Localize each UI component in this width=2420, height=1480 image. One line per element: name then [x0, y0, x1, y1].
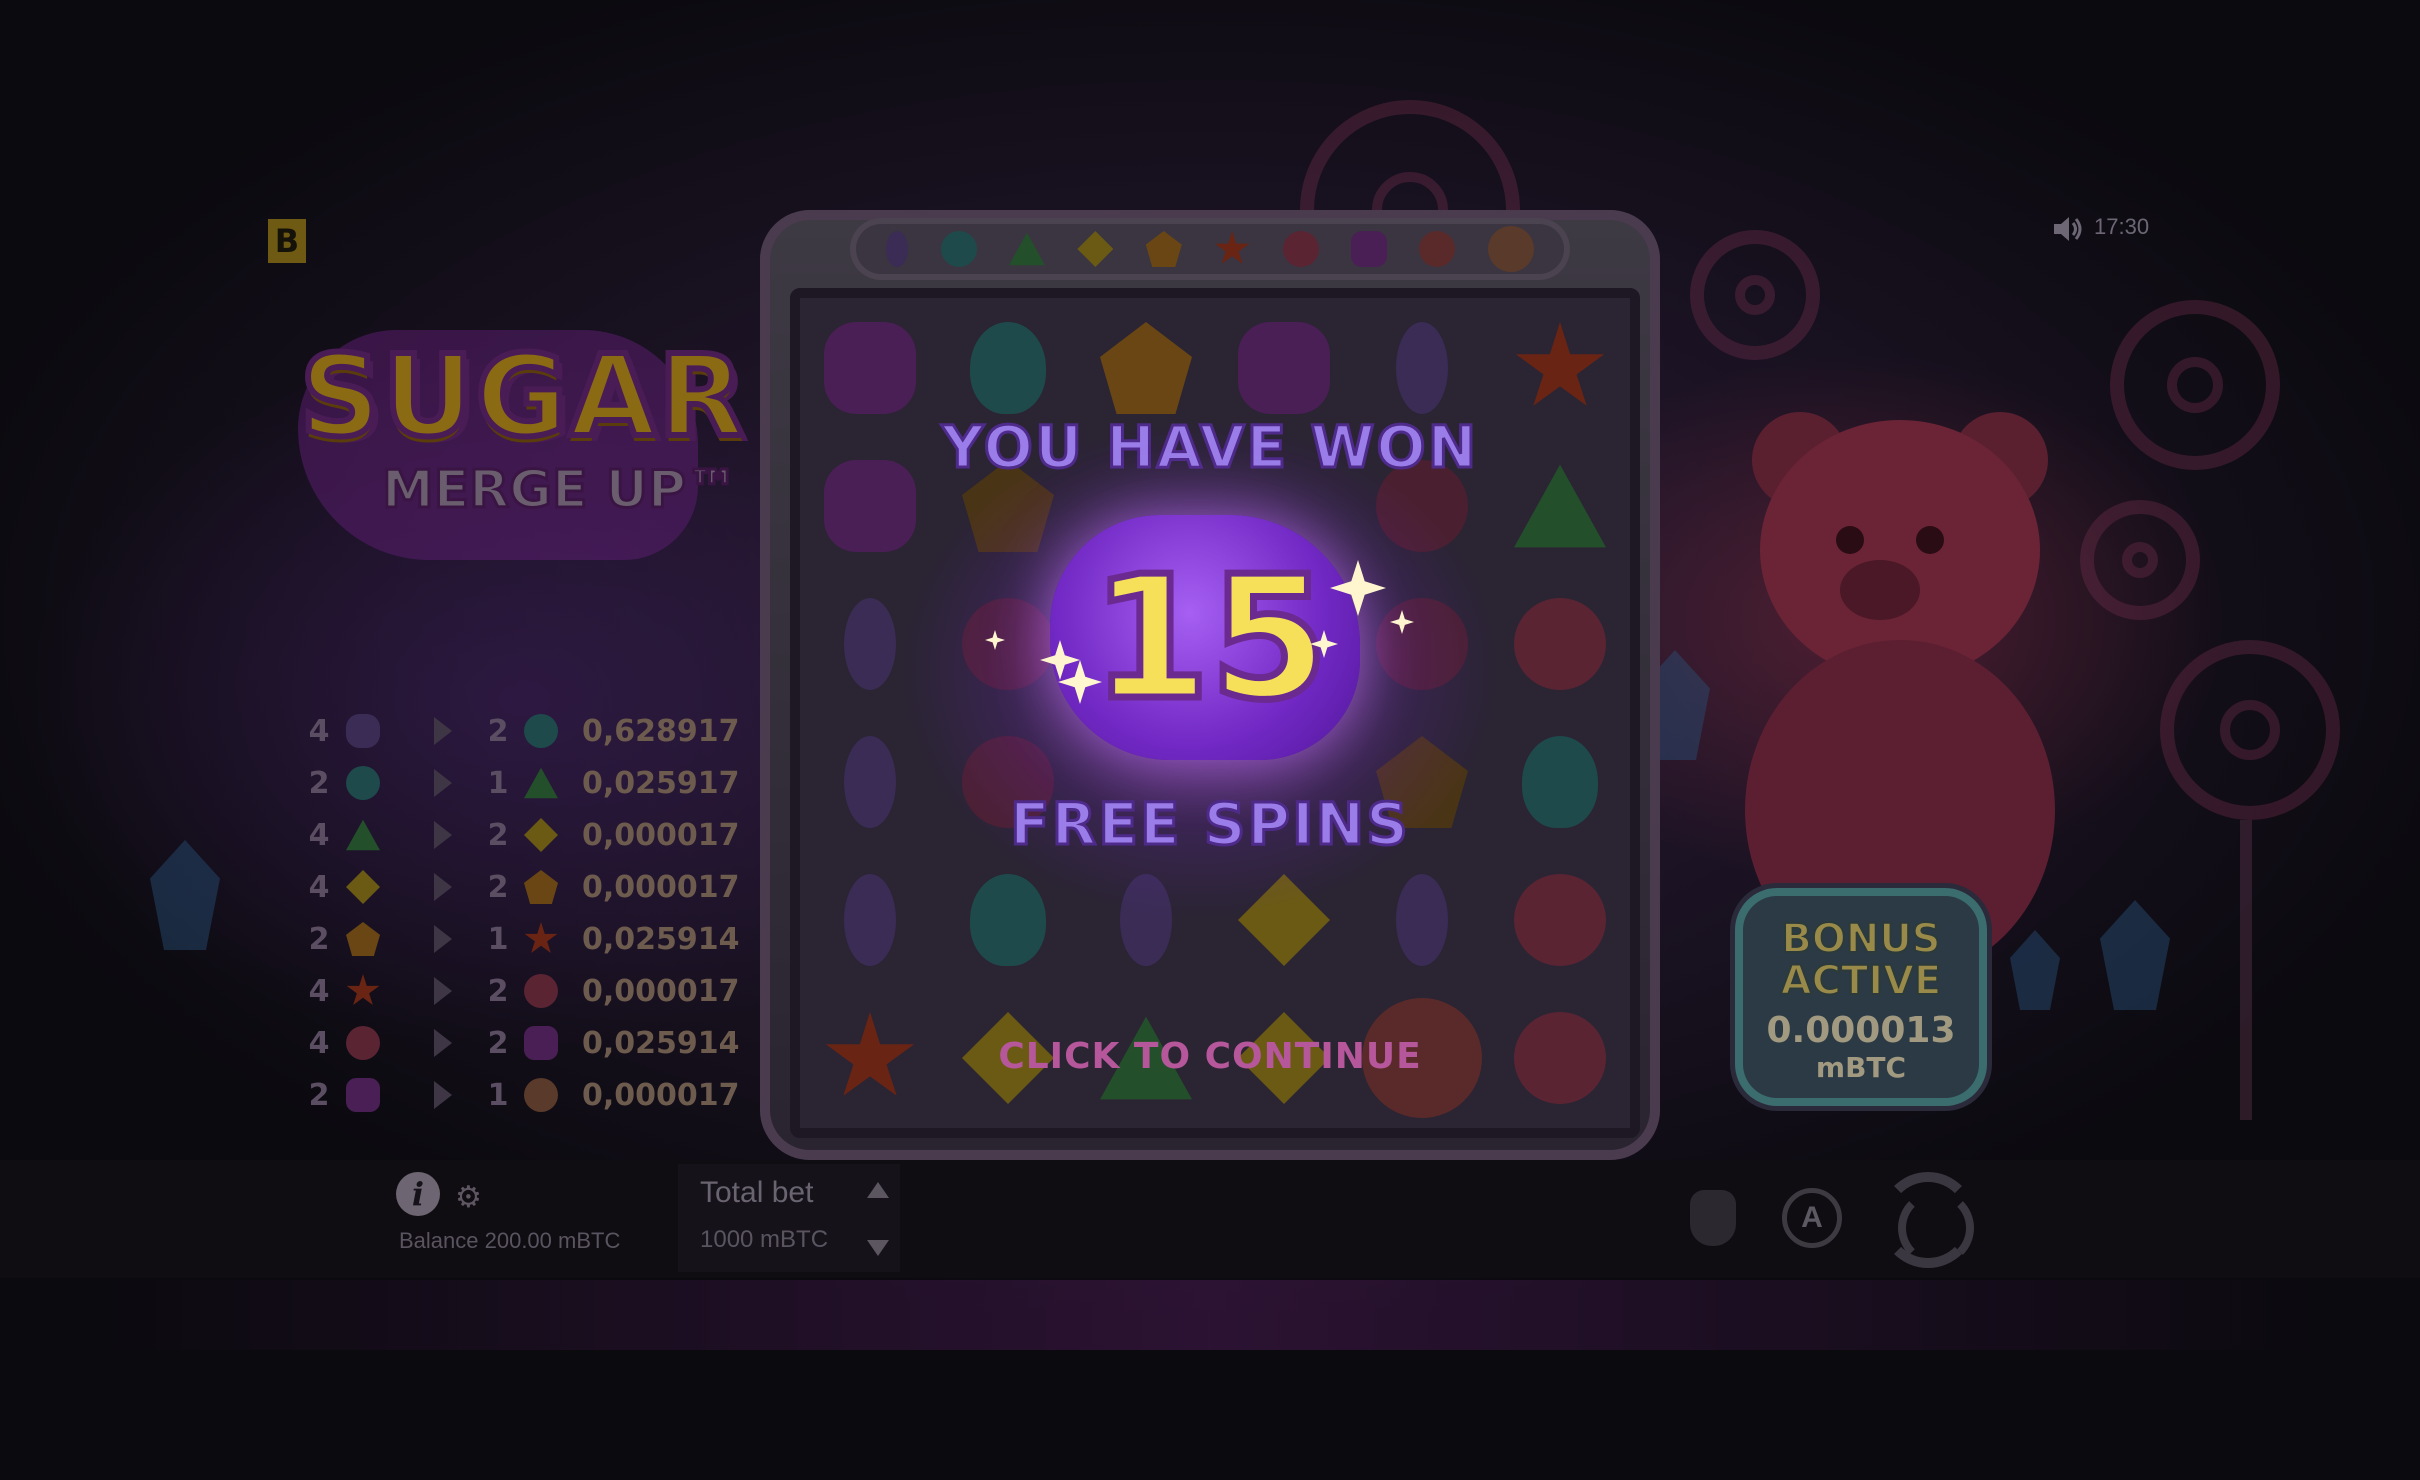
spin-button[interactable] — [1880, 1172, 1976, 1268]
arrow-icon — [434, 977, 452, 1005]
purple-jellybean-icon — [844, 874, 896, 966]
candy-ball-icon — [1419, 231, 1456, 267]
paytable-count-from: 2 — [308, 1077, 330, 1113]
autoplay-button[interactable]: A — [1782, 1188, 1842, 1248]
symbol-progress-bar — [850, 218, 1570, 280]
paytable-value: 0,000017 — [582, 973, 740, 1009]
paytable-count-from: 4 — [308, 869, 330, 905]
paytable-count-to: 1 — [487, 1077, 509, 1113]
orange-pentagon-icon — [524, 870, 558, 904]
teal-drop-icon — [940, 231, 977, 267]
click-to-continue-button[interactable]: CLICK TO CONTINUE — [0, 1036, 2420, 1077]
bonus-label-line2: ACTIVE — [1780, 958, 1943, 1004]
red-star-icon — [1515, 322, 1605, 406]
purple-bear-icon — [346, 1078, 380, 1112]
paytable-count-to: 2 — [487, 869, 509, 905]
gear-icon[interactable]: ⚙ — [455, 1180, 482, 1215]
bonus-label-line1: BONUS — [1780, 916, 1941, 962]
board-cell — [1492, 852, 1628, 988]
purple-jellybean-icon — [1396, 322, 1448, 414]
paytable-value: 0,000017 — [582, 1077, 740, 1113]
buy-bonus-bag-icon[interactable] — [1690, 1190, 1736, 1246]
red-star-icon — [1214, 231, 1250, 264]
purple-bear-icon — [1238, 322, 1330, 414]
info-icon[interactable]: i — [396, 1172, 440, 1216]
yellow-diamond-icon — [346, 870, 380, 904]
purple-jellybean-icon — [886, 231, 909, 267]
red-star-icon — [524, 922, 558, 953]
footer-glow — [100, 1280, 2320, 1350]
free-spins-count: 15 — [1088, 537, 1332, 742]
pink-flower-icon — [524, 974, 558, 1008]
paytable-row: 2 1 0,025914 — [300, 913, 740, 965]
win-title: YOU HAVE WON — [940, 412, 1479, 483]
bonus-active-badge: BONUS ACTIVE 0.000013 mBTC — [1735, 888, 1987, 1106]
total-bet-label: Total bet — [700, 1176, 814, 1209]
red-star-icon — [346, 974, 380, 1005]
bet-increase-button[interactable] — [867, 1182, 889, 1198]
arrow-icon — [434, 1081, 452, 1109]
total-bet-value: 1000 mBTC — [700, 1226, 829, 1253]
paytable-row: 4 2 0,000017 — [300, 861, 740, 913]
paytable-value: 0,025914 — [582, 921, 740, 957]
footer-bar — [0, 1160, 2420, 1278]
arrow-icon — [434, 925, 452, 953]
orange-pentagon-icon — [1145, 231, 1182, 267]
clock: 17:30 — [2094, 214, 2150, 239]
arrow-icon — [434, 873, 452, 901]
speaker-icon[interactable] — [2052, 215, 2084, 243]
orange-pentagon-icon — [1100, 322, 1192, 414]
pink-flower-icon — [1514, 874, 1606, 966]
paytable-value: 0,000017 — [582, 869, 740, 905]
paytable-count-to: 1 — [487, 921, 509, 957]
pink-flower-icon — [1282, 231, 1319, 267]
teal-drop-icon — [970, 322, 1046, 414]
purple-bear-icon — [1350, 231, 1387, 267]
paytable-row: 4 2 0,000017 — [300, 965, 740, 1017]
orange-pentagon-icon — [346, 922, 380, 956]
paytable-count-from: 4 — [308, 973, 330, 1009]
bonus-unit: mBTC — [1815, 1051, 1907, 1084]
win-subtitle: FREE SPINS — [1009, 789, 1410, 860]
brand-logo: B — [268, 219, 306, 263]
balance-label: Balance 200.00 mBTC — [399, 1228, 621, 1253]
paytable-count-to: 2 — [487, 973, 509, 1009]
background-lollipop — [1690, 230, 1820, 360]
bet-decrease-button[interactable] — [867, 1240, 889, 1256]
purple-bear-icon — [824, 322, 916, 414]
paytable-count-from: 2 — [308, 921, 330, 957]
yellow-diamond-icon — [1077, 231, 1114, 267]
scatter-lollipop-icon — [524, 1078, 558, 1112]
bonus-amount: 0.000013 — [1766, 1010, 1956, 1051]
green-triangle-icon — [1008, 232, 1045, 266]
scatter-lollipop-icon — [1487, 226, 1534, 272]
